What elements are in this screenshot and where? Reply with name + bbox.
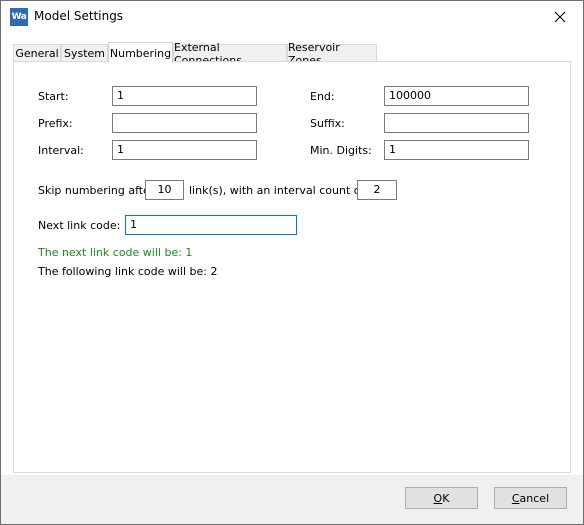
cancel-button[interactable]: Cancel	[494, 487, 567, 509]
skip-after-input[interactable]: 10	[145, 180, 184, 200]
tab-numbering[interactable]: Numbering	[108, 42, 173, 63]
app-icon: Wa	[10, 8, 28, 26]
end-label: End:	[310, 90, 335, 103]
following-code-message: The following link code will be: 2	[38, 265, 218, 278]
min-digits-label: Min. Digits:	[310, 144, 372, 157]
next-link-code-input[interactable]: 1	[125, 215, 297, 235]
tab-reservoir-zones[interactable]: Reservoir Zones	[287, 41, 377, 67]
min-digits-input[interactable]: 1	[384, 140, 529, 160]
start-input[interactable]: 1	[112, 86, 257, 106]
prefix-input[interactable]	[112, 113, 257, 133]
tab-general[interactable]: General	[13, 44, 61, 62]
tab-system[interactable]: System	[61, 44, 108, 62]
window-title: Model Settings	[34, 9, 124, 23]
tab-strip: General System Numbering External Connec…	[13, 41, 573, 67]
skip-numbering-label: Skip numbering after	[38, 184, 155, 197]
tab-external-connections[interactable]: External Connections	[173, 41, 287, 67]
close-icon	[554, 11, 566, 23]
ok-button[interactable]: OK	[405, 487, 478, 509]
next-link-code-label: Next link code:	[38, 219, 121, 232]
cancel-label-rest: ancel	[519, 491, 550, 505]
interval-count-label: link(s), with an interval count of	[189, 184, 365, 197]
cancel-mnemonic: C	[511, 491, 520, 505]
prefix-label: Prefix:	[38, 117, 73, 130]
title-bar[interactable]: Wa Model Settings	[1, 1, 583, 33]
interval-count-input[interactable]: 2	[357, 180, 397, 200]
next-code-message: The next link code will be: 1	[38, 246, 193, 259]
ok-label-rest: K	[442, 491, 450, 505]
close-button[interactable]	[537, 1, 583, 33]
model-settings-dialog: Wa Model Settings General System Numberi…	[0, 0, 584, 525]
interval-label: Interval:	[38, 144, 84, 157]
start-label: Start:	[38, 90, 69, 103]
ok-mnemonic: O	[433, 491, 443, 505]
interval-input[interactable]: 1	[112, 140, 257, 160]
suffix-input[interactable]	[384, 113, 529, 133]
end-input[interactable]: 100000	[384, 86, 529, 106]
suffix-label: Suffix:	[310, 117, 345, 130]
